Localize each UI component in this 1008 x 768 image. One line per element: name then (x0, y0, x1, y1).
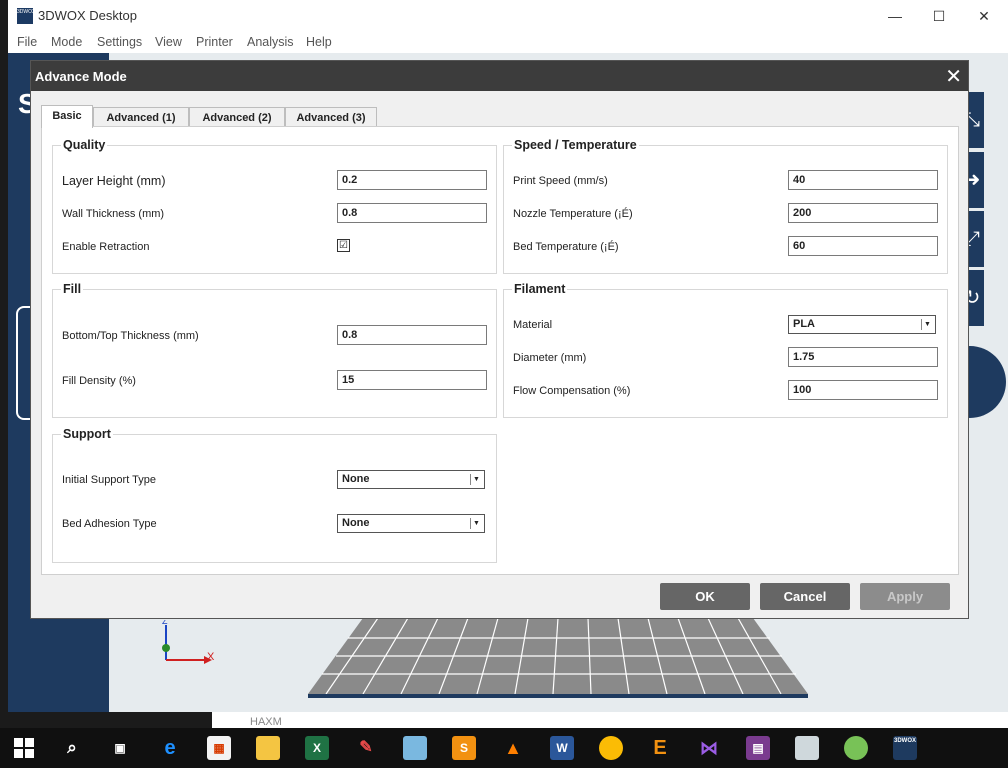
bed-adhesion-type-select[interactable]: None ▼ (337, 514, 485, 533)
initial-support-type-label: Initial Support Type (62, 474, 156, 486)
bed-adhesion-type-value: None (342, 517, 370, 529)
menu-help[interactable]: Help (306, 35, 332, 49)
tab-content-basic: Quality Layer Height (mm) 0.2 Wall Thick… (41, 126, 959, 575)
maximize-icon[interactable]: ☐ (928, 6, 950, 26)
eclipse-e-icon[interactable]: E (648, 736, 672, 760)
bed-adhesion-type-label: Bed Adhesion Type (62, 518, 157, 530)
speed-temperature-group: Speed / Temperature Print Speed (mm/s) 4… (503, 138, 948, 274)
chevron-down-icon: ▼ (470, 474, 482, 485)
menubar: File Mode Settings View Printer Analysis… (8, 32, 1008, 53)
fill-density-input[interactable]: 15 (337, 370, 487, 390)
quality-title: Quality (61, 138, 108, 152)
axis-z-label: Z (162, 620, 168, 626)
material-value: PLA (793, 318, 815, 330)
vlc-icon[interactable]: ▲ (501, 736, 525, 760)
bottom-top-thickness-label: Bottom/Top Thickness (mm) (62, 330, 199, 342)
bed-temperature-label: Bed Temperature (¡É) (513, 241, 619, 253)
background-window-title: HAXM (250, 716, 282, 728)
support-title: Support (61, 427, 113, 441)
axis-gizmo-icon: Z X (162, 620, 215, 664)
menu-settings[interactable]: Settings (97, 35, 142, 49)
menu-analysis[interactable]: Analysis (247, 35, 294, 49)
layer-height-label: Layer Height (mm) (62, 174, 166, 188)
word-icon[interactable]: W (550, 736, 574, 760)
quality-group: Quality Layer Height (mm) 0.2 Wall Thick… (52, 138, 497, 274)
filament-title: Filament (512, 282, 568, 296)
dialog-close-icon[interactable]: ✕ (945, 64, 962, 89)
android-studio-icon[interactable] (844, 736, 868, 760)
taskbar: ⌕ ▣ e ▦ X ✎ S ▲ W E ⋈ ▤ 3DWOX (0, 728, 1008, 768)
apply-button[interactable]: Apply (860, 583, 950, 610)
chevron-down-icon: ▼ (921, 319, 933, 330)
menu-mode[interactable]: Mode (51, 35, 82, 49)
flow-compensation-input[interactable]: 100 (788, 380, 938, 400)
menu-printer[interactable]: Printer (196, 35, 233, 49)
layer-height-input[interactable]: 0.2 (337, 170, 487, 190)
support-group: Support Initial Support Type None ▼ Bed … (52, 427, 497, 563)
speed-temperature-title: Speed / Temperature (512, 138, 639, 152)
enable-retraction-label: Enable Retraction (62, 241, 150, 253)
sublime-icon[interactable]: S (452, 736, 476, 760)
winrar-icon[interactable]: ▤ (746, 736, 770, 760)
fill-density-label: Fill Density (%) (62, 375, 136, 387)
material-label: Material (513, 319, 553, 331)
chrome-icon[interactable] (599, 736, 623, 760)
app-titlebar: 3DWOX 3DWOX Desktop — ☐ ✕ (8, 0, 1008, 32)
search-icon[interactable]: ⌕ (60, 736, 84, 760)
wall-thickness-input[interactable]: 0.8 (337, 203, 487, 223)
bottom-top-thickness-input[interactable]: 0.8 (337, 325, 487, 345)
axis-x-label: X (207, 651, 215, 663)
advance-mode-dialog: Advance Mode ✕ Basic Advanced (1) Advanc… (30, 60, 969, 619)
close-window-icon[interactable]: ✕ (973, 6, 995, 26)
diameter-label: Diameter (mm) (513, 352, 587, 364)
print-speed-label: Print Speed (mm/s) (513, 175, 608, 187)
windows-start-icon[interactable] (14, 738, 34, 758)
menu-view[interactable]: View (155, 35, 182, 49)
bed-temperature-input[interactable]: 60 (788, 236, 938, 256)
fill-title: Fill (61, 282, 84, 296)
store-icon[interactable]: ▦ (207, 736, 231, 760)
tab-basic[interactable]: Basic (41, 105, 93, 128)
enable-retraction-checkbox[interactable]: ☑ (337, 239, 350, 252)
3dwox-taskbar-icon[interactable]: 3DWOX (893, 736, 917, 760)
app-cube-icon[interactable] (403, 736, 427, 760)
excel-icon[interactable]: X (305, 736, 329, 760)
fill-group: Fill Bottom/Top Thickness (mm) 0.8 Fill … (52, 282, 497, 418)
minimize-icon[interactable]: — (884, 6, 906, 26)
chevron-down-icon: ▼ (470, 518, 482, 529)
material-select[interactable]: PLA ▼ (788, 315, 936, 334)
filament-group: Filament Material PLA ▼ Diameter (mm) 1.… (503, 282, 948, 418)
ok-button[interactable]: OK (660, 583, 750, 610)
flow-compensation-label: Flow Compensation (%) (513, 385, 631, 397)
monitor-icon[interactable] (795, 736, 819, 760)
app-logo-icon: 3DWOX (17, 8, 35, 24)
nozzle-temperature-label: Nozzle Temperature (¡É) (513, 208, 633, 220)
app-title: 3DWOX Desktop (38, 8, 137, 23)
print-speed-input[interactable]: 40 (788, 170, 938, 190)
initial-support-type-select[interactable]: None ▼ (337, 470, 485, 489)
visual-studio-icon[interactable]: ⋈ (697, 736, 721, 760)
print-bed (308, 618, 808, 698)
file-explorer-icon[interactable] (256, 736, 280, 760)
nozzle-temperature-input[interactable]: 200 (788, 203, 938, 223)
tab-advanced-2[interactable]: Advanced (2) (189, 107, 285, 127)
task-view-icon[interactable]: ▣ (108, 736, 132, 760)
dialog-titlebar: Advance Mode ✕ (31, 61, 968, 91)
wall-thickness-label: Wall Thickness (mm) (62, 208, 165, 220)
tab-advanced-3[interactable]: Advanced (3) (285, 107, 377, 127)
menu-file[interactable]: File (17, 35, 37, 49)
edge-browser-icon[interactable]: e (158, 736, 182, 760)
initial-support-type-value: None (342, 473, 370, 485)
diameter-input[interactable]: 1.75 (788, 347, 938, 367)
dialog-title: Advance Mode (35, 69, 127, 84)
paint-icon[interactable]: ✎ (354, 736, 378, 760)
cancel-button[interactable]: Cancel (760, 583, 850, 610)
tab-advanced-1[interactable]: Advanced (1) (93, 107, 189, 127)
